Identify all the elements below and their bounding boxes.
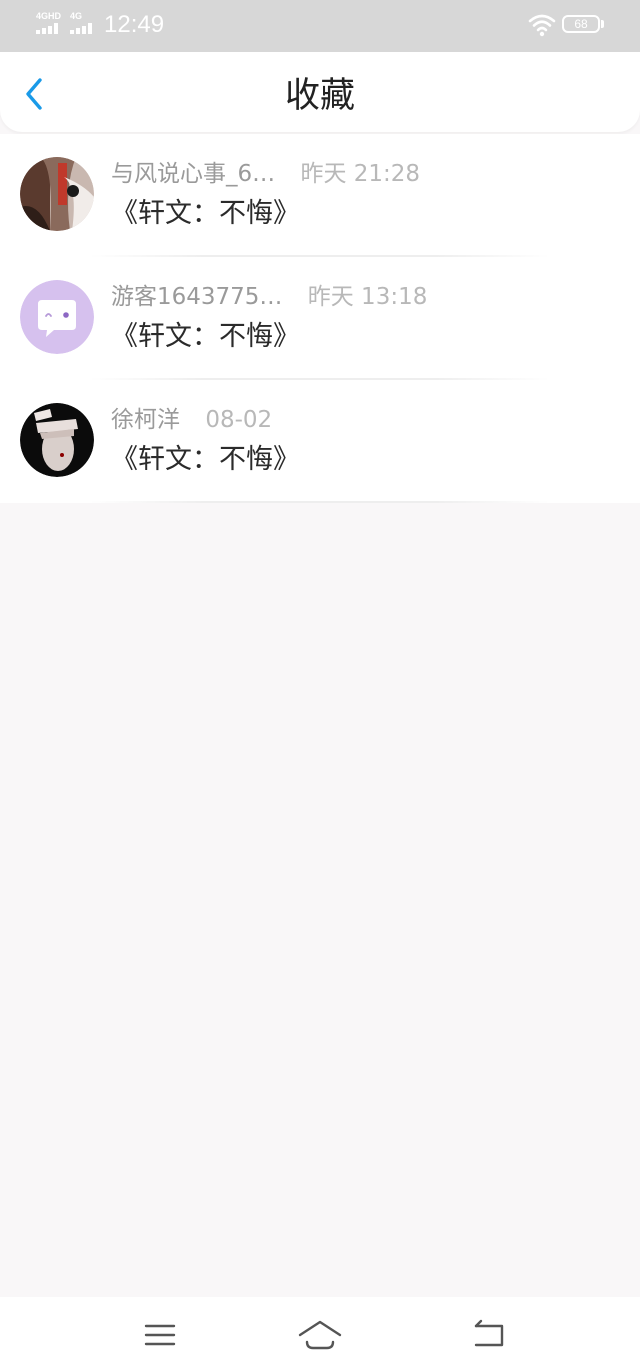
network-type-2: 4G [70, 11, 83, 21]
signal-icon-sim1: 4GHD [36, 12, 64, 34]
favorites-list: 与风说心事_6… 昨天 21:28 《轩文：不悔》 游客1643775… 昨天 … [0, 134, 640, 503]
item-title: 《轩文：不悔》 [111, 198, 300, 229]
network-type-1: 4GHD [36, 11, 62, 21]
favorites-screen: 4GHD 4G 12:49 68 收藏 与风说心事_6… 昨天 21:28 《轩… [0, 0, 640, 1372]
battery-icon: 68 [562, 15, 600, 33]
system-nav-bar [0, 1297, 640, 1372]
wifi-icon [528, 14, 556, 37]
header-bar: 收藏 [0, 52, 640, 132]
avatar [20, 157, 94, 231]
author-name: 与风说心事_6… [111, 161, 276, 187]
avatar [20, 280, 94, 354]
home-icon[interactable] [297, 1315, 343, 1355]
status-time: 12:49 [104, 11, 165, 38]
author-name: 徐柯洋 [111, 407, 180, 433]
status-bar: 4GHD 4G 12:49 68 [0, 0, 640, 52]
item-time: 08-02 [205, 407, 273, 433]
signal-icon-sim2: 4G [70, 12, 98, 34]
item-meta: 游客1643775… 昨天 13:18 [111, 281, 427, 313]
list-item[interactable]: 游客1643775… 昨天 13:18 《轩文：不悔》 [0, 257, 640, 380]
item-meta: 徐柯洋 08-02 [111, 404, 272, 436]
back-icon[interactable] [468, 1315, 508, 1355]
item-meta: 与风说心事_6… 昨天 21:28 [111, 158, 420, 190]
menu-icon[interactable] [140, 1315, 180, 1355]
item-time: 昨天 21:28 [300, 161, 421, 187]
author-name: 游客1643775… [111, 284, 283, 310]
list-item[interactable]: 与风说心事_6… 昨天 21:28 《轩文：不悔》 [0, 134, 640, 257]
avatar [20, 403, 94, 477]
battery-tip [601, 20, 604, 28]
item-title: 《轩文：不悔》 [111, 444, 300, 475]
divider [90, 501, 550, 503]
list-item[interactable]: 徐柯洋 08-02 《轩文：不悔》 [0, 380, 640, 503]
battery-level: 68 [574, 17, 588, 31]
page-title: 收藏 [284, 76, 355, 116]
item-title: 《轩文：不悔》 [111, 321, 300, 352]
item-time: 昨天 13:18 [307, 284, 428, 310]
